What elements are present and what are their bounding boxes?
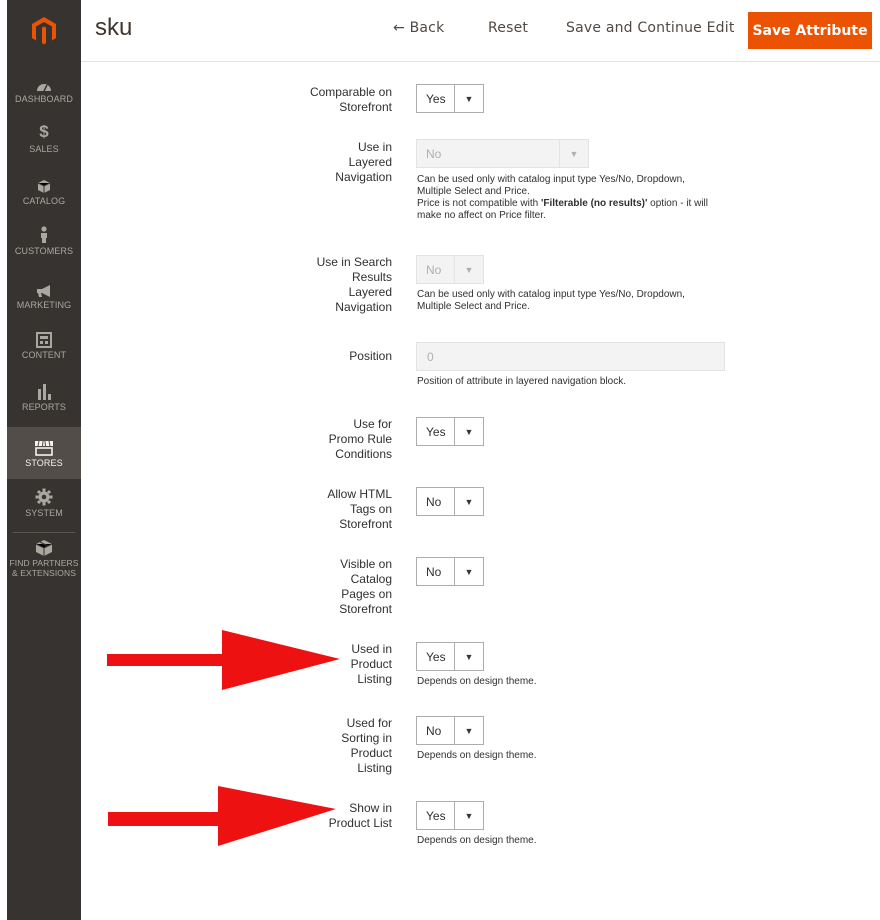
layered-nav-select: No ▼ (416, 139, 589, 168)
save-attribute-button[interactable]: Save Attribute (748, 12, 872, 49)
sidebar-item-sales[interactable]: $ SALES (7, 122, 81, 164)
cube-icon (37, 176, 51, 194)
red-arrow-2 (108, 786, 336, 846)
layered-nav-note-2b: 'Filterable (no results)' (540, 198, 648, 209)
dollar-icon: $ (39, 122, 49, 141)
promo-rule-select[interactable]: Yes ▼ (416, 417, 484, 446)
visible-catalog-value: No (426, 564, 442, 579)
sidebar-item-catalog[interactable]: CATALOG (7, 176, 81, 216)
back-button[interactable]: ← Back (393, 20, 444, 36)
reset-button[interactable]: Reset (488, 20, 528, 36)
sidebar-item-label: SALES (29, 144, 59, 154)
search-layered-nav-note: Can be used only with catalog input type… (417, 289, 685, 312)
position-note: Position of attribute in layered navigat… (417, 376, 627, 387)
product-listing-select[interactable]: Yes ▼ (416, 642, 484, 671)
chevron-down-icon: ▼ (454, 717, 483, 744)
megaphone-icon (35, 280, 53, 298)
sidebar-item-label: CONTENT (21, 350, 67, 360)
dashboard-icon (36, 74, 52, 92)
product-list-label: Show in Product List (328, 801, 392, 830)
sidebar-item-label: CATALOG (22, 196, 66, 206)
layered-nav-note-2a: Price is not compatible with (417, 198, 541, 209)
bar-chart-icon (37, 382, 51, 400)
arrow-left-icon: ← (393, 20, 410, 36)
layered-nav-label: Use in Layered Navigation (335, 140, 392, 184)
position-label: Position (349, 349, 392, 363)
page-title: sku (95, 14, 133, 41)
sidebar-item-marketing[interactable]: MARKETING (7, 280, 81, 320)
search-layered-nav-label: Use in Search Results Layered Navigation (316, 255, 392, 314)
sorting-value: No (426, 723, 442, 738)
product-listing-value: Yes (426, 649, 446, 664)
layout-icon (36, 330, 52, 348)
html-tags-select[interactable]: No ▼ (416, 487, 484, 516)
sidebar-item-find-partners[interactable]: FIND PARTNERS & EXTENSIONS (7, 539, 81, 587)
product-list-note: Depends on design theme. (417, 835, 537, 846)
magento-logo-icon[interactable] (7, 0, 81, 62)
layered-nav-value: No (426, 146, 442, 161)
visible-catalog-label: Visible on Catalog Pages on Storefront (339, 557, 392, 616)
sidebar-item-label: REPORTS (21, 402, 67, 412)
sorting-note: Depends on design theme. (417, 750, 537, 761)
person-icon (39, 226, 49, 244)
sidebar-item-reports[interactable]: REPORTS (7, 382, 81, 422)
sidebar-item-label: STORES (25, 458, 63, 468)
layered-nav-note: Can be used only with catalog input type… (417, 174, 722, 222)
sidebar-item-label: CUSTOMERS (14, 246, 74, 256)
chevron-down-icon: ▼ (454, 643, 483, 670)
comparable-value: Yes (426, 91, 446, 106)
admin-sidebar: DASHBOARD $ SALES CATALOG CUSTOMERS MARK… (7, 0, 81, 920)
sidebar-item-label: DASHBOARD (15, 94, 73, 104)
gear-icon (35, 488, 53, 506)
box-icon (35, 539, 53, 557)
red-arrow-1 (107, 630, 340, 690)
comparable-label: Comparable on Storefront (309, 85, 392, 114)
sidebar-item-dashboard[interactable]: DASHBOARD (7, 74, 81, 114)
chevron-down-icon: ▼ (559, 140, 588, 167)
position-input: 0 (416, 342, 725, 371)
product-list-select[interactable]: Yes ▼ (416, 801, 484, 830)
promo-rule-label: Use for Promo Rule Conditions (328, 417, 392, 461)
search-layered-nav-value: No (426, 262, 442, 277)
save-and-continue-button[interactable]: Save and Continue Edit (566, 20, 735, 36)
product-listing-label: Used in Product Listing (350, 642, 392, 686)
sidebar-item-stores[interactable]: STORES (7, 427, 81, 479)
chevron-down-icon: ▼ (454, 558, 483, 585)
html-tags-value: No (426, 494, 442, 509)
sidebar-item-customers[interactable]: CUSTOMERS (7, 226, 81, 266)
layered-nav-note-1: Can be used only with catalog input type… (417, 174, 685, 197)
page-header: sku ← Back Reset Save and Continue Edit … (81, 0, 880, 62)
sorting-label: Used for Sorting in Product Listing (341, 716, 392, 775)
chevron-down-icon: ▼ (454, 85, 483, 112)
html-tags-label: Allow HTML Tags on Storefront (327, 487, 392, 531)
sidebar-divider (13, 532, 75, 533)
chevron-down-icon: ▼ (454, 256, 483, 283)
product-list-value: Yes (426, 808, 446, 823)
chevron-down-icon: ▼ (454, 488, 483, 515)
product-listing-note: Depends on design theme. (417, 676, 537, 687)
sidebar-item-label: MARKETING (16, 300, 72, 310)
chevron-down-icon: ▼ (454, 802, 483, 829)
annotation-arrows (107, 630, 340, 846)
comparable-select[interactable]: Yes ▼ (416, 84, 484, 113)
back-button-label: Back (409, 20, 445, 36)
sorting-select[interactable]: No ▼ (416, 716, 484, 745)
sidebar-item-system[interactable]: SYSTEM (7, 488, 81, 528)
search-layered-nav-select: No ▼ (416, 255, 484, 284)
visible-catalog-select[interactable]: No ▼ (416, 557, 484, 586)
sidebar-item-label: FIND PARTNERS & EXTENSIONS (9, 558, 79, 578)
store-icon (34, 438, 54, 456)
promo-rule-value: Yes (426, 424, 446, 439)
sidebar-item-content[interactable]: CONTENT (7, 330, 81, 370)
sidebar-item-label: SYSTEM (25, 508, 63, 518)
chevron-down-icon: ▼ (454, 418, 483, 445)
